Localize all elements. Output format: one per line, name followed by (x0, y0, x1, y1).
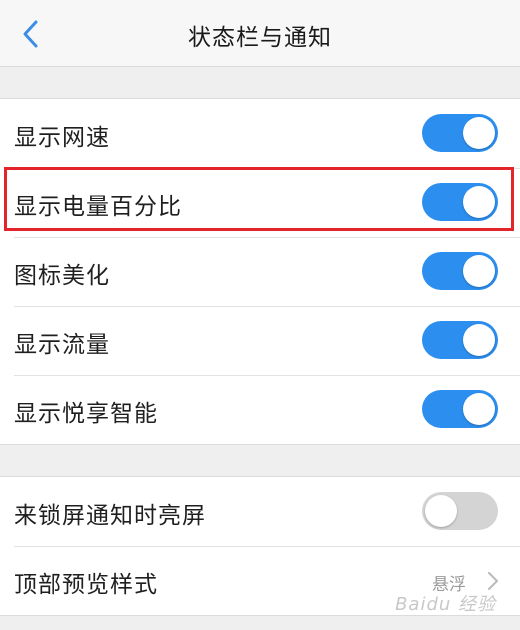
header-bar: 状态栏与通知 (0, 0, 520, 67)
setting-label: 显示电量百分比 (14, 194, 182, 220)
toggle-switch-joy-smart[interactable] (422, 390, 498, 428)
setting-label: 图标美化 (14, 263, 110, 289)
setting-row-data-usage[interactable]: 显示流量 (0, 306, 520, 375)
toggle-switch-battery-percent[interactable] (422, 183, 498, 221)
settings-group-display: 显示网速 显示电量百分比 图标美化 显示流量 显示悦享智能 (0, 98, 520, 445)
toggle-switch-icon-beautify[interactable] (422, 252, 498, 290)
setting-row-icon-beautify[interactable]: 图标美化 (0, 237, 520, 306)
setting-row-battery-percent[interactable]: 显示电量百分比 (0, 168, 520, 237)
setting-row-joy-smart[interactable]: 显示悦享智能 (0, 375, 520, 444)
setting-label: 显示网速 (14, 125, 110, 151)
toggle-knob (463, 117, 495, 149)
toggle-knob (463, 255, 495, 287)
toggle-knob (463, 324, 495, 356)
status-bar-notification-screen: 状态栏与通知 显示网速 显示电量百分比 图标美化 显示流量 显示悦享智能 来锁屏… (0, 0, 520, 630)
chevron-right-icon (487, 571, 499, 591)
setting-row-lockscreen-wake[interactable]: 来锁屏通知时亮屏 (0, 477, 520, 546)
watermark: Baidu 经验 (395, 594, 496, 615)
setting-row-network-speed[interactable]: 显示网速 (0, 99, 520, 168)
toggle-knob (463, 393, 495, 425)
toggle-switch-network-speed[interactable] (422, 114, 498, 152)
toggle-switch-lockscreen-wake[interactable] (422, 492, 498, 530)
setting-label: 顶部预览样式 (14, 572, 158, 598)
setting-label: 显示悦享智能 (14, 401, 158, 427)
toggle-knob (425, 495, 457, 527)
setting-label: 来锁屏通知时亮屏 (14, 503, 206, 529)
toggle-switch-data-usage[interactable] (422, 321, 498, 359)
setting-label: 显示流量 (14, 332, 110, 358)
toggle-knob (463, 186, 495, 218)
page-title: 状态栏与通知 (188, 25, 332, 51)
